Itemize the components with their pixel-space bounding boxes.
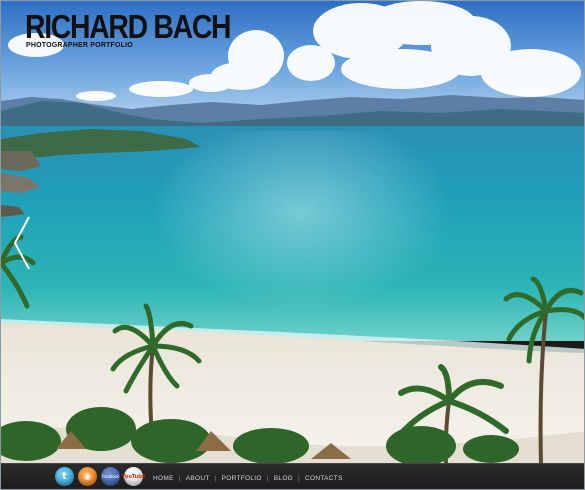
nav-separator: | (178, 474, 181, 482)
social-links: t ◉ facebook YouTube (55, 467, 145, 486)
nav-separator: | (214, 474, 217, 482)
rss-icon[interactable]: ◉ (78, 467, 97, 486)
nav-separator: | (298, 474, 301, 482)
nav-about[interactable]: ABOUT (186, 475, 210, 482)
page-frame: RICHARD BACH PHOTOGRAPHER PORTFOLIO t ◉ … (0, 0, 585, 490)
chevron-left-icon (13, 216, 30, 270)
footer-nav: HOME | ABOUT | PORTFOLIO | BLOG | CONTAC… (153, 464, 343, 489)
beach-scene-image (1, 1, 584, 463)
nav-blog[interactable]: BLOG (274, 475, 293, 482)
slider-prev-button[interactable] (11, 215, 33, 271)
nav-home[interactable]: HOME (153, 475, 174, 482)
hero-photo: RICHARD BACH PHOTOGRAPHER PORTFOLIO (1, 1, 584, 463)
site-logo[interactable]: RICHARD BACH PHOTOGRAPHER PORTFOLIO (25, 8, 264, 49)
nav-contacts[interactable]: CONTACTS (305, 475, 343, 482)
site-title: RICHARD BACH (25, 8, 232, 45)
nav-separator: | (266, 474, 269, 482)
youtube-icon[interactable]: YouTube (122, 467, 145, 486)
nav-portfolio[interactable]: PORTFOLIO (222, 475, 262, 482)
twitter-icon[interactable]: t (55, 467, 74, 486)
facebook-icon[interactable]: facebook (101, 467, 120, 486)
footer-bar: t ◉ facebook YouTube HOME | ABOUT | PORT… (1, 463, 584, 489)
